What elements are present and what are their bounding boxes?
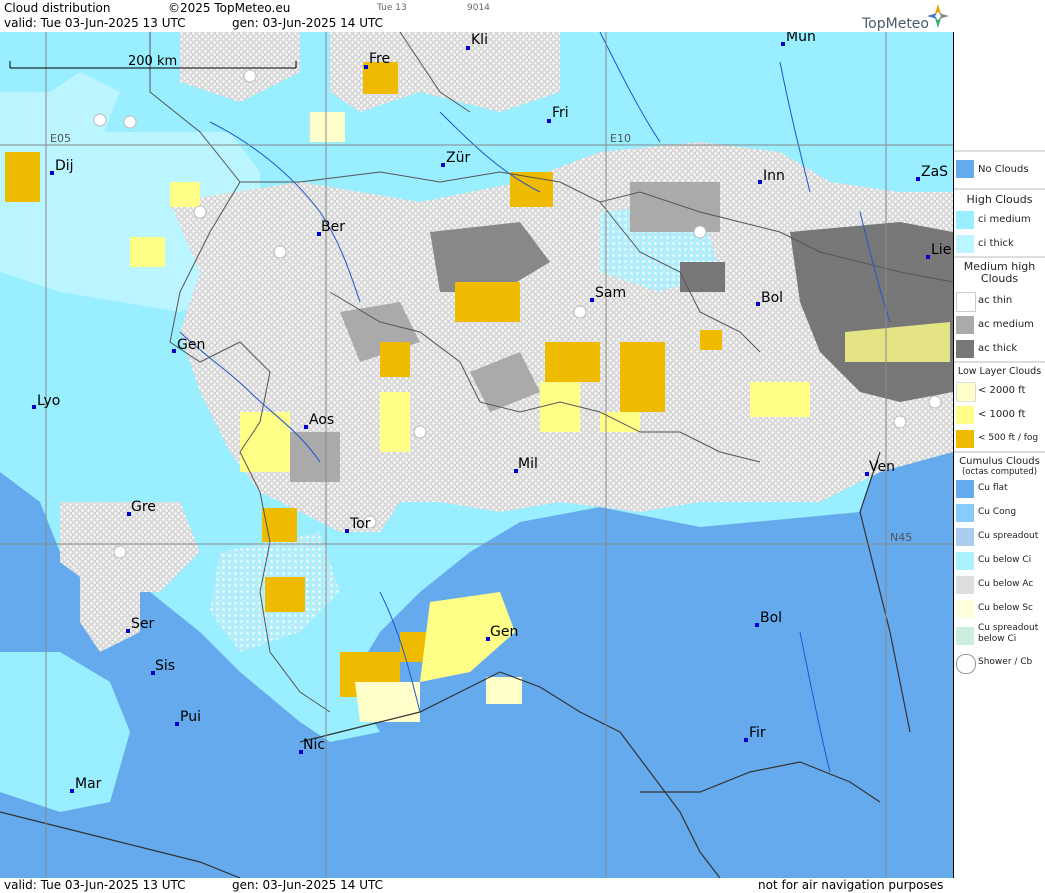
svg-text:Lie: Lie [931,242,951,258]
copyright: ©2025 TopMeteo.eu [168,1,291,15]
no-clouds-swatch [956,160,974,178]
topmeteo-logo-icon [927,4,949,28]
legend-shower: Shower / Cb [954,651,1045,675]
map-title: Cloud distribution [4,1,111,15]
svg-text:Fre: Fre [369,51,390,67]
svg-text:Aos: Aos [309,412,334,428]
legend-ci-medium: ci medium [954,208,1045,232]
svg-text:Ser: Ser [131,616,155,632]
svg-text:Mar: Mar [75,776,102,792]
svg-text:Gen: Gen [490,624,518,640]
footer-valid: valid: Tue 03-Jun-2025 13 UTC [4,878,186,892]
svg-text:Kli: Kli [471,32,488,48]
legend-cumulus-subtitle: (octas computed) [961,467,1038,477]
svg-text:Dij: Dij [55,158,74,174]
legend-cu-flat: Cu flat [954,477,1045,501]
footer-gen: gen: 03-Jun-2025 14 UTC [232,878,384,892]
city-mar: Mar [70,776,102,793]
footer-disclaimer: not for air navigation purposes [758,878,944,892]
legend-ci-thick: ci thick [954,232,1045,256]
svg-text:Sam: Sam [595,285,626,301]
grid-label-e10: E10 [610,132,631,145]
legend-no-clouds: No Clouds [954,150,1045,188]
city-ven: Ven [865,459,895,476]
legend-cu-below-sc: Cu below Sc [954,597,1045,621]
small-day: Tue 13 [377,3,407,13]
city-zur: Zür [441,150,470,167]
gen-time: gen: 03-Jun-2025 14 UTC [232,16,384,30]
city-ser: Ser [126,616,155,633]
svg-text:Bol: Bol [760,610,782,626]
svg-text:Gre: Gre [131,499,156,515]
grid-label-e05: E05 [50,132,71,145]
small-code: 9014 [467,3,490,13]
legend-ac-thick: ac thick [954,337,1045,361]
legend-cu-below-ac: Cu below Ac [954,573,1045,597]
svg-text:Tor: Tor [349,516,371,532]
map-canvas: E05 E10 N45 200 km Fre Kli Mun Fri Dij Z… [0,32,953,878]
city-sam: Sam [590,285,626,302]
svg-text:Mil: Mil [518,456,538,472]
scale-label: 200 km [128,54,177,69]
legend-low-500: < 500 ft / fog [954,427,1045,451]
city-inn: Inn [758,168,785,184]
legend-cu-spread-below-ci: Cu spreadout below Ci [954,621,1045,651]
footer-bar: valid: Tue 03-Jun-2025 13 UTC gen: 03-Ju… [0,878,1045,893]
city-mun: Mun [781,32,816,46]
legend-medium-heading: Medium high Clouds [954,256,1045,289]
city-bol-south: Bol [755,610,782,627]
grid-label-n45: N45 [890,531,912,544]
svg-text:Ber: Ber [321,219,345,235]
legend-high-clouds-heading: High Clouds [954,188,1045,208]
city-lyo: Lyo [32,393,60,409]
svg-text:Ven: Ven [869,459,895,475]
svg-text:Inn: Inn [763,168,785,184]
city-ber: Ber [317,219,345,236]
city-bol-north: Bol [756,290,783,306]
svg-text:Sis: Sis [155,658,175,674]
svg-text:Mun: Mun [786,32,816,45]
city-sis: Sis [151,658,175,675]
svg-text:Fri: Fri [552,105,569,121]
svg-text:Fir: Fir [749,725,766,741]
valid-time: valid: Tue 03-Jun-2025 13 UTC [4,16,186,30]
svg-text:Lyo: Lyo [37,393,60,409]
header-bar: Cloud distribution ©2025 TopMeteo.eu Tue… [0,0,953,32]
topmeteo-logo-text: TopMeteo [862,16,929,32]
svg-text:Bol: Bol [761,290,783,306]
city-aos: Aos [304,412,334,429]
city-nic: Nic [299,737,325,754]
legend-cu-spreadout: Cu spreadout [954,525,1045,549]
svg-text:Zür: Zür [446,150,470,166]
legend-low-1000: < 1000 ft [954,403,1045,427]
shower-icon [956,654,976,674]
svg-text:Nic: Nic [303,737,325,753]
legend-ac-medium: ac medium [954,313,1045,337]
svg-text:Gen: Gen [177,337,205,353]
legend-cu-below-ci: Cu below Ci [954,549,1045,573]
city-gen-geneva: Gen [172,337,205,353]
city-gre: Gre [127,499,156,516]
cloud-map[interactable]: E05 E10 N45 200 km Fre Kli Mun Fri Dij Z… [0,32,954,878]
svg-text:Pui: Pui [180,709,201,725]
city-mil: Mil [514,456,538,473]
legend: No Clouds High Clouds ci medium ci thick… [954,150,1045,675]
legend-ac-thin: ac thin [954,289,1045,313]
city-zas: ZaS [916,164,948,181]
city-gen-genoa: Gen [486,624,518,641]
legend-low-heading: Low Layer Clouds [954,361,1045,379]
legend-cu-cong: Cu Cong [954,501,1045,525]
svg-text:ZaS: ZaS [921,164,948,180]
legend-low-2000: < 2000 ft [954,379,1045,403]
